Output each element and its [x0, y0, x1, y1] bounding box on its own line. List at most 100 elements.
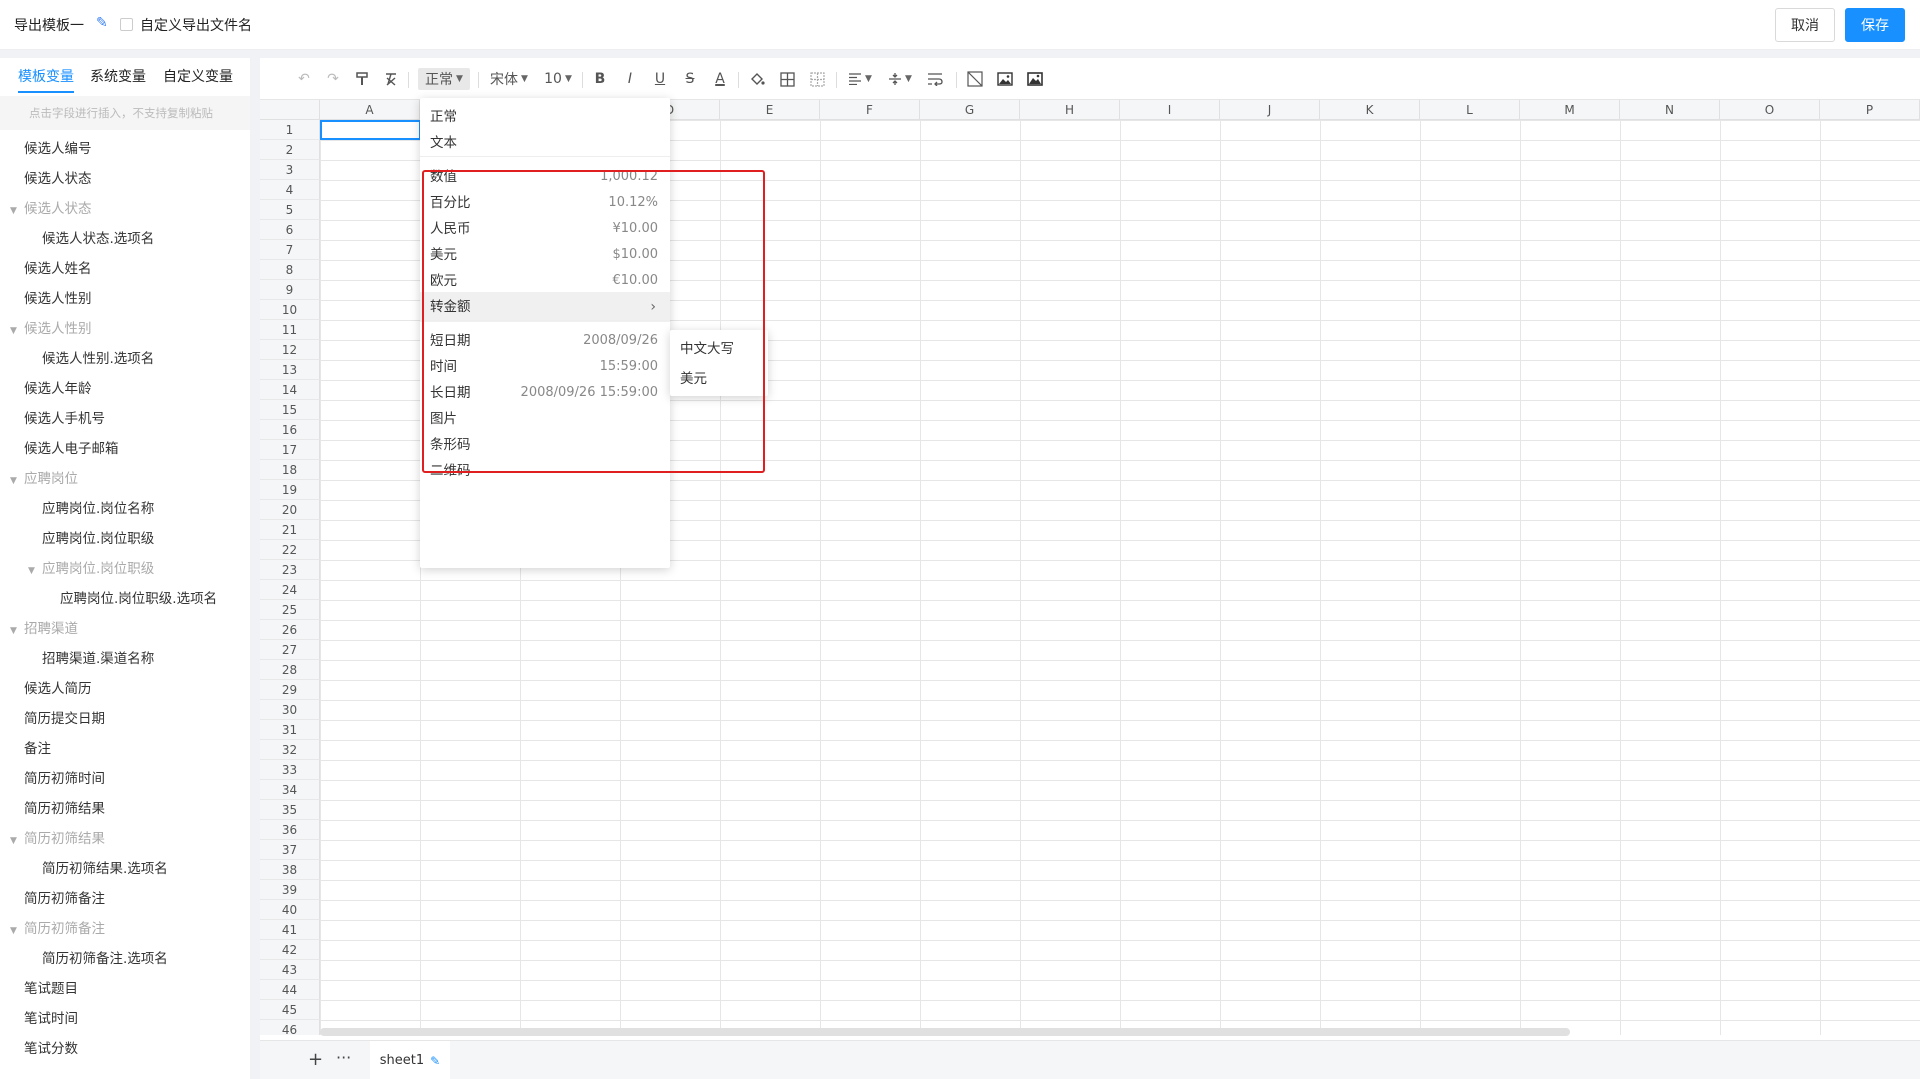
column-header[interactable]: F — [820, 100, 920, 120]
row-header[interactable]: 28 — [260, 660, 320, 680]
strikethrough-button[interactable]: S — [680, 68, 700, 90]
row-header[interactable]: 8 — [260, 260, 320, 280]
row-header[interactable]: 4 — [260, 180, 320, 200]
field-item[interactable]: 候选人状态.选项名 — [42, 224, 154, 254]
fill-color-icon[interactable] — [746, 68, 768, 90]
row-header[interactable]: 41 — [260, 920, 320, 940]
caret-down-icon[interactable]: ▼ — [10, 466, 24, 496]
column-header[interactable]: N — [1620, 100, 1720, 120]
row-header[interactable]: 27 — [260, 640, 320, 660]
redo-icon[interactable]: ↷ — [323, 68, 343, 90]
caret-down-icon[interactable]: ▼ — [10, 196, 24, 226]
field-item[interactable]: 候选人电子邮箱 — [24, 434, 119, 464]
field-group-header[interactable]: ▼ 应聘岗位.岗位职级 — [28, 554, 154, 584]
font-family-select[interactable]: 宋体 ▼ — [486, 68, 532, 90]
row-header[interactable]: 34 — [260, 780, 320, 800]
field-item[interactable]: 候选人简历 — [24, 674, 92, 704]
field-item[interactable]: 应聘岗位.岗位职级.选项名 — [60, 584, 217, 614]
row-header[interactable]: 40 — [260, 900, 320, 920]
undo-icon[interactable]: ↶ — [294, 68, 314, 90]
row-header[interactable]: 12 — [260, 340, 320, 360]
row-header[interactable]: 5 — [260, 200, 320, 220]
row-header[interactable]: 46 — [260, 1020, 320, 1035]
number-format-select[interactable]: 正常 ▼ — [418, 68, 470, 90]
row-header[interactable]: 31 — [260, 720, 320, 740]
tab-custom-variables[interactable]: 自定义变量 — [163, 66, 233, 86]
column-header[interactable]: O — [1720, 100, 1820, 120]
row-header[interactable]: 2 — [260, 140, 320, 160]
column-header[interactable]: P — [1820, 100, 1920, 120]
field-item[interactable]: 笔试时间 — [24, 1004, 78, 1034]
more-sheets-button[interactable]: ··· — [336, 1048, 351, 1067]
tab-system-variables[interactable]: 系统变量 — [90, 66, 146, 86]
field-item[interactable]: 简历初筛结果 — [24, 794, 105, 824]
row-header[interactable]: 32 — [260, 740, 320, 760]
diagonal-border-icon[interactable] — [964, 68, 986, 90]
field-group-header[interactable]: ▼ 招聘渠道 — [10, 614, 78, 644]
row-header[interactable]: 22 — [260, 540, 320, 560]
column-header[interactable]: A — [320, 100, 420, 120]
edit-sheet-name-icon[interactable]: ✎ — [430, 1054, 440, 1068]
row-header[interactable]: 20 — [260, 500, 320, 520]
row-header[interactable]: 21 — [260, 520, 320, 540]
field-group-header[interactable]: ▼ 应聘岗位 — [10, 464, 78, 494]
row-header[interactable]: 39 — [260, 880, 320, 900]
field-item[interactable]: 应聘岗位.岗位名称 — [42, 494, 154, 524]
field-item[interactable]: 简历初筛备注.选项名 — [42, 944, 168, 974]
field-item[interactable]: 简历初筛备注 — [24, 884, 105, 914]
save-button[interactable]: 保存 — [1845, 8, 1905, 42]
field-item[interactable]: 简历初筛时间 — [24, 764, 105, 794]
row-header[interactable]: 33 — [260, 760, 320, 780]
row-header[interactable]: 25 — [260, 600, 320, 620]
field-item[interactable]: 应聘岗位.岗位职级 — [42, 524, 154, 554]
row-header[interactable]: 18 — [260, 460, 320, 480]
column-header[interactable]: H — [1020, 100, 1120, 120]
field-item[interactable]: 备注 — [24, 734, 51, 764]
field-group-header[interactable]: ▼ 简历初筛备注 — [10, 914, 105, 944]
row-header[interactable]: 15 — [260, 400, 320, 420]
row-header[interactable]: 16 — [260, 420, 320, 440]
column-header[interactable]: J — [1220, 100, 1320, 120]
font-size-select[interactable]: 10 ▼ — [540, 68, 576, 90]
column-header[interactable]: L — [1420, 100, 1520, 120]
field-item[interactable]: 简历初筛结果.选项名 — [42, 854, 168, 884]
font-color-button[interactable]: A — [710, 68, 730, 90]
row-header[interactable]: 13 — [260, 360, 320, 380]
format-option[interactable]: 文本 — [420, 128, 670, 158]
underline-button[interactable]: U — [650, 68, 670, 90]
text-wrap-icon[interactable] — [924, 68, 946, 90]
row-header[interactable]: 38 — [260, 860, 320, 880]
sheet-tab[interactable]: sheet1 ✎ — [370, 1041, 450, 1079]
column-header[interactable]: M — [1520, 100, 1620, 120]
horizontal-scrollbar[interactable] — [320, 1028, 1570, 1036]
field-item[interactable]: 候选人编号 — [24, 134, 92, 164]
field-item[interactable]: 候选人手机号 — [24, 404, 105, 434]
column-header[interactable]: I — [1120, 100, 1220, 120]
caret-down-icon[interactable]: ▼ — [10, 916, 24, 946]
field-item[interactable]: 候选人姓名 — [24, 254, 92, 284]
row-header[interactable]: 11 — [260, 320, 320, 340]
cancel-button[interactable]: 取消 — [1775, 8, 1835, 42]
row-header[interactable]: 24 — [260, 580, 320, 600]
row-header[interactable]: 45 — [260, 1000, 320, 1020]
row-header[interactable]: 9 — [260, 280, 320, 300]
caret-down-icon[interactable]: ▼ — [10, 826, 24, 856]
italic-button[interactable]: I — [620, 68, 640, 90]
field-item[interactable]: 候选人年龄 — [24, 374, 92, 404]
caret-down-icon[interactable]: ▼ — [10, 616, 24, 646]
field-item[interactable]: 笔试题目 — [24, 974, 78, 1004]
float-image-icon[interactable] — [1024, 68, 1046, 90]
row-header[interactable]: 6 — [260, 220, 320, 240]
custom-filename-checkbox[interactable] — [120, 18, 133, 31]
row-header[interactable]: 42 — [260, 940, 320, 960]
caret-down-icon[interactable]: ▼ — [10, 316, 24, 346]
tab-template-variables[interactable]: 模板变量 — [18, 66, 74, 86]
field-item[interactable]: 候选人性别.选项名 — [42, 344, 154, 374]
row-header[interactable]: 14 — [260, 380, 320, 400]
insert-image-icon[interactable] — [994, 68, 1016, 90]
horizontal-align-select[interactable]: ▼ — [844, 68, 876, 90]
column-header[interactable]: E — [720, 100, 820, 120]
row-header[interactable]: 1 — [260, 120, 320, 140]
field-group-header[interactable]: ▼ 简历初筛结果 — [10, 824, 105, 854]
vertical-align-select[interactable]: ▼ — [884, 68, 916, 90]
